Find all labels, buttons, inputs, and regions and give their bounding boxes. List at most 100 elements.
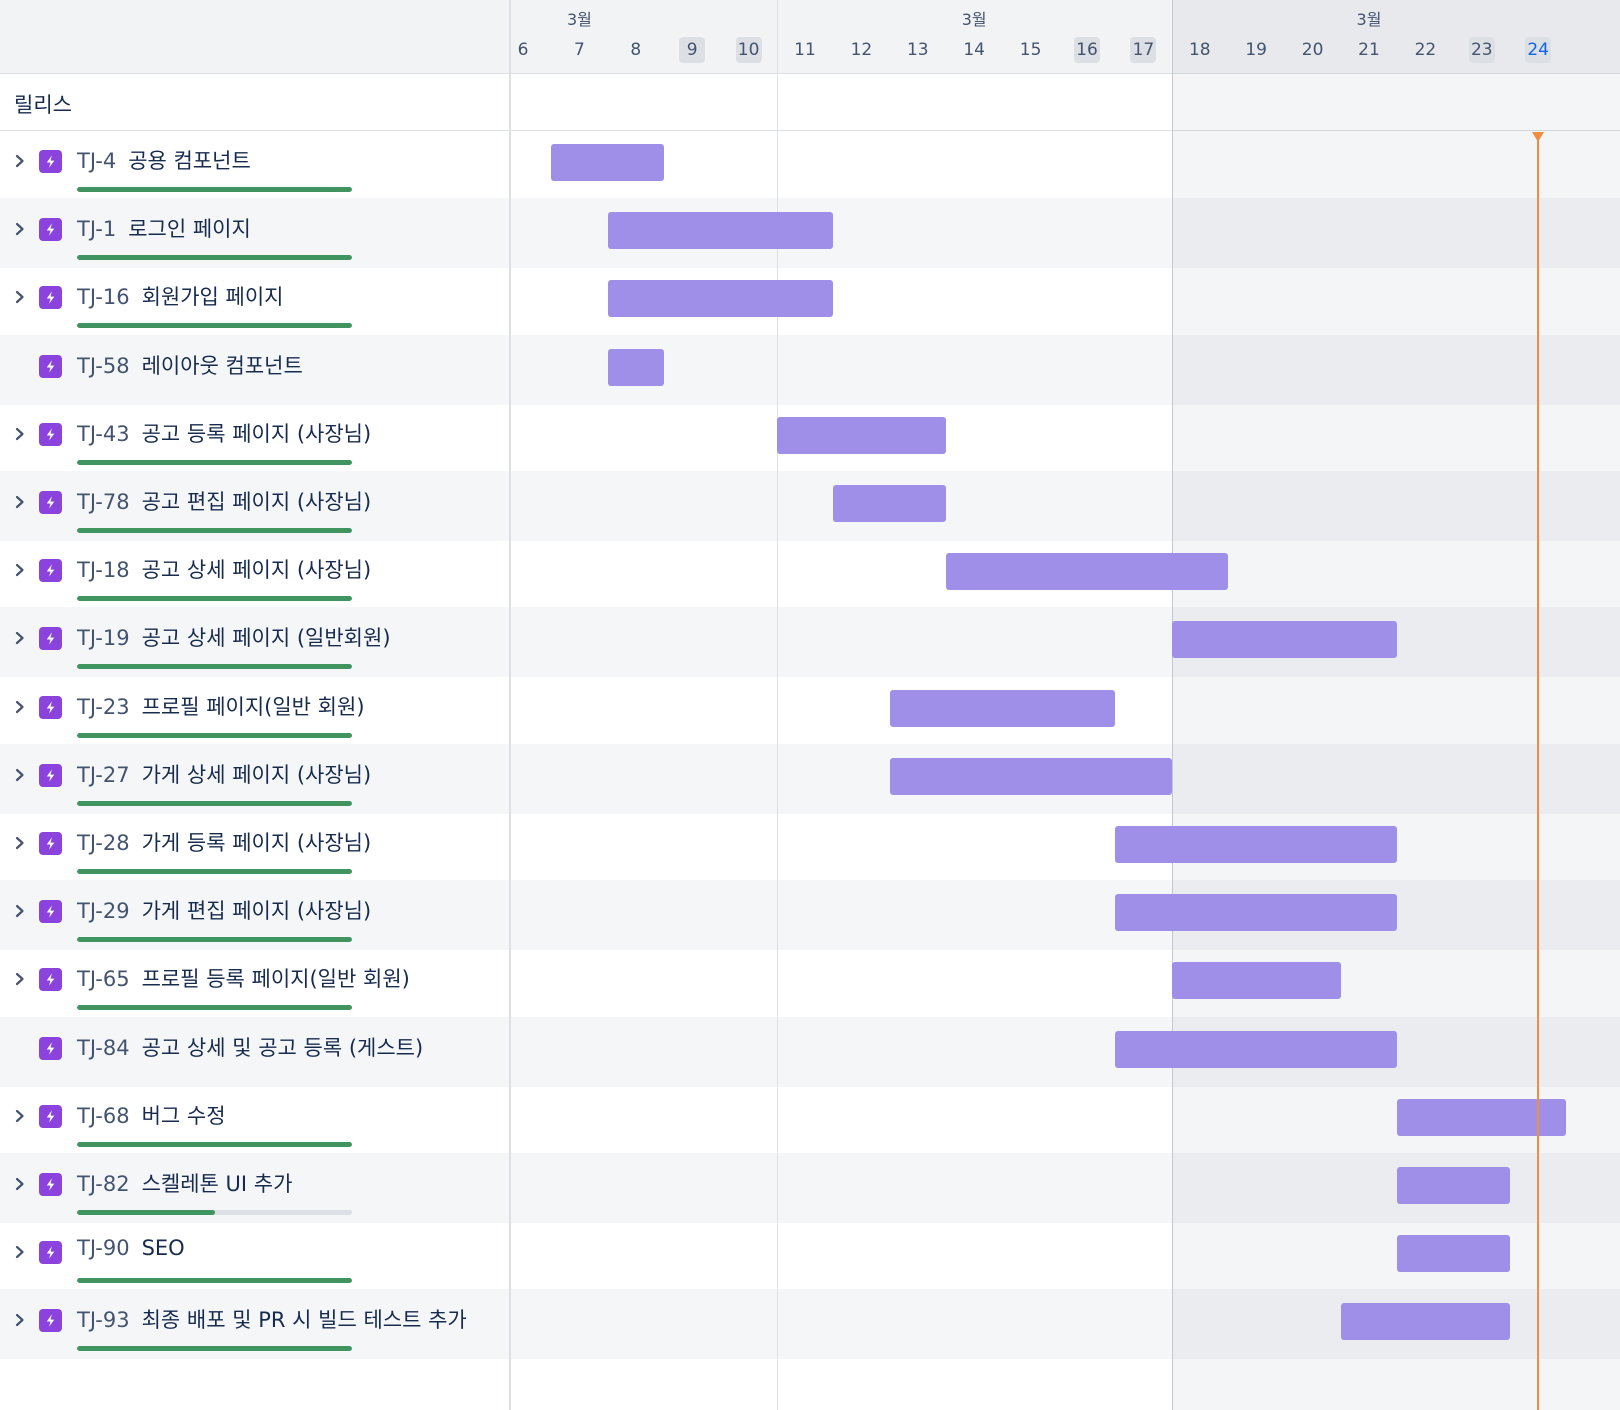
issue-title[interactable]: TJ-28 가게 등록 페이지 (사장님) [77,827,371,857]
issue-summary[interactable]: 가게 등록 페이지 (사장님) [142,831,372,855]
issue-summary[interactable]: 버그 수정 [142,1104,226,1128]
issue-summary[interactable]: 공고 상세 및 공고 등록 (게스트) [142,1036,424,1060]
issue-title[interactable]: TJ-68 버그 수정 [77,1100,226,1130]
timeline-bar[interactable] [607,280,834,318]
issue-title[interactable]: TJ-19 공고 상세 페이지 (일반회원) [77,622,391,652]
issue-row[interactable]: TJ-43 공고 등록 페이지 (사장님) [0,403,510,473]
issue-summary[interactable]: 공고 상세 페이지 (사장님) [142,558,372,582]
timeline-bar[interactable] [833,485,946,522]
chevron-right-icon[interactable] [12,1312,28,1328]
chevron-right-icon[interactable] [12,835,28,851]
issue-key[interactable]: TJ-43 [77,422,130,446]
timeline-bar[interactable] [1397,1098,1567,1136]
release-row[interactable]: 릴리스 [0,74,510,131]
timeline-bar[interactable] [1340,1303,1510,1341]
issue-row[interactable]: TJ-28 가게 등록 페이지 (사장님) [0,812,510,882]
chevron-right-icon[interactable] [12,903,28,919]
issue-row[interactable]: TJ-18 공고 상세 페이지 (사장님) [0,539,510,609]
chevron-right-icon[interactable] [12,1108,28,1124]
issue-key[interactable]: TJ-1 [77,217,116,241]
chevron-right-icon[interactable] [12,426,28,442]
issue-summary[interactable]: 가게 편집 페이지 (사장님) [142,899,372,923]
issue-summary[interactable]: 스켈레톤 UI 추가 [142,1172,293,1196]
issue-title[interactable]: TJ-43 공고 등록 페이지 (사장님) [77,418,371,448]
issue-title[interactable]: TJ-82 스켈레톤 UI 추가 [77,1168,292,1198]
issue-key[interactable]: TJ-19 [77,626,130,650]
issue-title[interactable]: TJ-65 프로필 등록 페이지(일반 회원) [77,963,410,993]
timeline-bar[interactable] [607,212,834,250]
issue-summary[interactable]: 프로필 등록 페이지(일반 회원) [142,967,410,991]
timeline-bar[interactable] [1397,1167,1510,1204]
timeline-bar[interactable] [1171,621,1398,659]
issue-key[interactable]: TJ-23 [77,695,130,719]
timeline-bar[interactable] [889,689,1116,727]
issue-summary[interactable]: 공고 상세 페이지 (일반회원) [142,626,391,650]
issue-summary[interactable]: 공고 등록 페이지 (사장님) [142,422,372,446]
issue-title[interactable]: TJ-16 회원가입 페이지 [77,281,284,311]
chevron-right-icon[interactable] [12,221,28,237]
issue-key[interactable]: TJ-90 [77,1236,130,1260]
issue-summary[interactable]: 공고 편집 페이지 (사장님) [142,490,372,514]
issue-key[interactable]: TJ-65 [77,967,130,991]
timeline-bar[interactable] [1171,962,1341,1000]
timeline-bar[interactable] [776,416,946,454]
issue-title[interactable]: TJ-58 레이아웃 컴포넌트 [77,350,303,380]
issue-row[interactable]: TJ-27 가게 상세 페이지 (사장님) [0,743,510,814]
issue-summary[interactable]: SEO [142,1236,185,1260]
issue-title[interactable]: TJ-1 로그인 페이지 [77,213,251,243]
issue-key[interactable]: TJ-68 [77,1104,130,1128]
chevron-right-icon[interactable] [12,494,28,510]
issue-key[interactable]: TJ-84 [77,1036,130,1060]
issue-summary[interactable]: 레이아웃 컴포넌트 [142,354,303,378]
issue-row[interactable]: TJ-16 회원가입 페이지 [0,266,510,336]
issue-row[interactable]: TJ-65 프로필 등록 페이지(일반 회원) [0,948,510,1018]
issue-row[interactable]: TJ-68 버그 수정 [0,1085,510,1155]
chevron-right-icon[interactable] [12,562,28,578]
issue-key[interactable]: TJ-29 [77,899,130,923]
issue-summary[interactable]: 로그인 페이지 [128,217,251,241]
issue-summary[interactable]: 가게 상세 페이지 (사장님) [142,763,372,787]
timeline-bar[interactable] [607,348,664,386]
issue-title[interactable]: TJ-23 프로필 페이지(일반 회원) [77,691,365,721]
timeline-bar[interactable] [889,757,1172,795]
issue-summary[interactable]: 공용 컴포넌트 [128,149,251,173]
issue-row[interactable]: TJ-93 최종 배포 및 PR 시 빌드 테스트 추가 [0,1289,510,1360]
issue-row[interactable]: TJ-4 공용 컴포넌트 [0,130,510,200]
issue-key[interactable]: TJ-16 [77,285,130,309]
issue-key[interactable]: TJ-27 [77,763,130,787]
issue-row[interactable]: TJ-23 프로필 페이지(일반 회원) [0,676,510,746]
issue-summary[interactable]: 최종 배포 및 PR 시 빌드 테스트 추가 [142,1308,467,1332]
issue-key[interactable]: TJ-18 [77,558,130,582]
chevron-right-icon[interactable] [12,699,28,715]
timeline-bar[interactable] [946,553,1228,591]
issue-key[interactable]: TJ-82 [77,1172,130,1196]
issue-title[interactable]: TJ-84 공고 상세 및 공고 등록 (게스트) [77,1032,423,1062]
issue-title[interactable]: TJ-27 가게 상세 페이지 (사장님) [77,759,371,789]
issue-title[interactable]: TJ-78 공고 편집 페이지 (사장님) [77,486,371,516]
issue-title[interactable]: TJ-93 최종 배포 및 PR 시 빌드 테스트 추가 [77,1304,467,1334]
chevron-right-icon[interactable] [12,971,28,987]
chevron-right-icon[interactable] [12,767,28,783]
issue-title[interactable]: TJ-90 SEO [77,1236,185,1260]
issue-row[interactable]: TJ-1 로그인 페이지 [0,198,510,269]
issue-title[interactable]: TJ-29 가게 편집 페이지 (사장님) [77,895,371,925]
issue-key[interactable]: TJ-4 [77,149,116,173]
issue-key[interactable]: TJ-78 [77,490,130,514]
timeline-bar[interactable] [1397,1235,1510,1273]
issue-key[interactable]: TJ-93 [77,1308,130,1332]
issue-row[interactable]: TJ-58 레이아웃 컴포넌트 [0,334,510,405]
issue-row[interactable]: TJ-19 공고 상세 페이지 (일반회원) [0,607,510,678]
chevron-right-icon[interactable] [12,1176,28,1192]
issue-row[interactable]: TJ-29 가게 편집 페이지 (사장님) [0,880,510,951]
issue-title[interactable]: TJ-4 공용 컴포넌트 [77,145,251,175]
timeline-bar[interactable] [1115,1030,1398,1068]
issue-row[interactable]: TJ-78 공고 편집 페이지 (사장님) [0,471,510,541]
issue-key[interactable]: TJ-58 [77,354,130,378]
issue-row[interactable]: TJ-90 SEO [0,1221,510,1291]
chevron-right-icon[interactable] [12,153,28,169]
chevron-right-icon[interactable] [12,289,28,305]
timeline-bar[interactable] [1115,826,1398,863]
issue-summary[interactable]: 회원가입 페이지 [142,285,284,309]
issue-row[interactable]: TJ-84 공고 상세 및 공고 등록 (게스트) [0,1016,510,1087]
issue-title[interactable]: TJ-18 공고 상세 페이지 (사장님) [77,554,371,584]
